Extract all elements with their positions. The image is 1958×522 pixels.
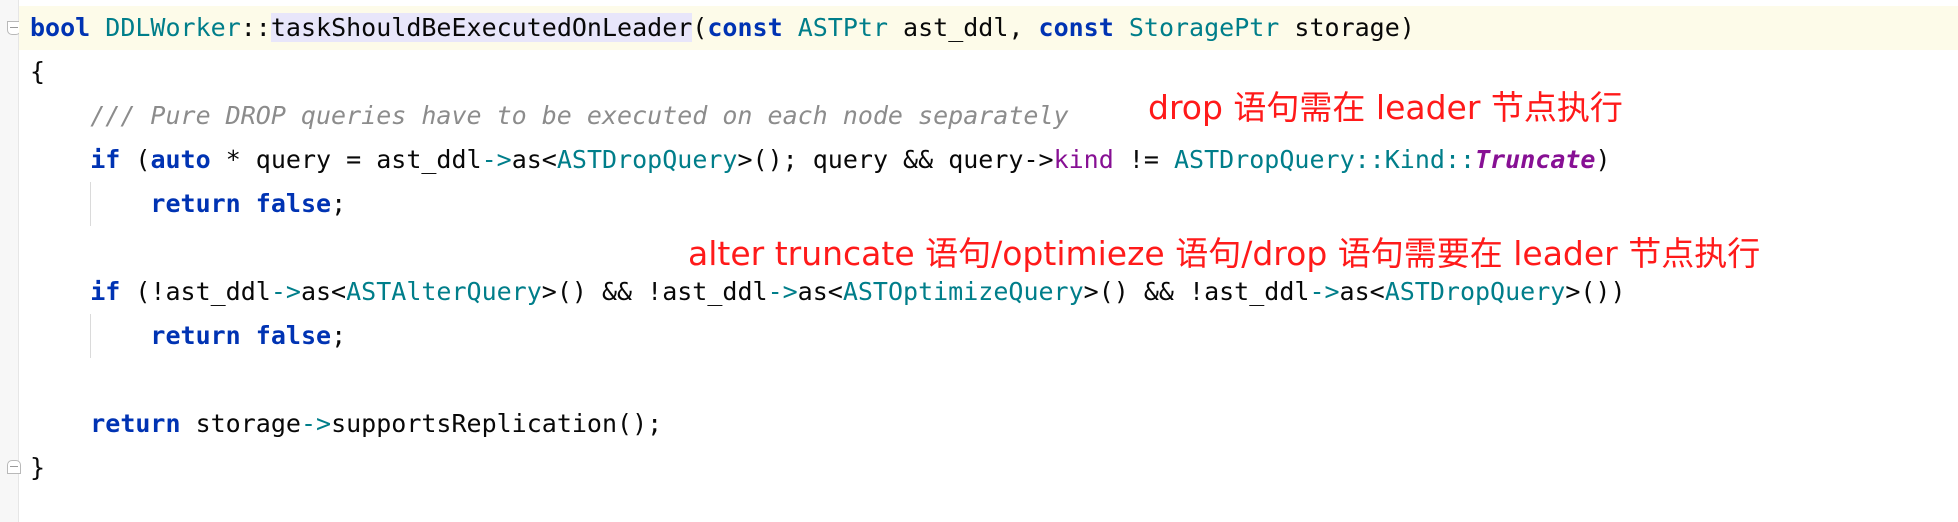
annotation-drop-leader: drop 语句需在 leader 节点执行 [1148, 88, 1623, 127]
type-name: ASTDropQuery [1174, 145, 1355, 174]
code-line-4[interactable]: if (auto * query = ast_ddl->as<ASTDropQu… [30, 138, 1611, 182]
type-name: ASTDropQuery [1384, 277, 1566, 306]
code-line-5[interactable]: return false; [30, 182, 346, 226]
code-line-3[interactable]: /// Pure DROP queries have to be execute… [30, 94, 1069, 138]
code-text: >()) [1565, 277, 1626, 306]
arrow-operator: -> [1309, 277, 1340, 306]
keyword: auto [150, 145, 211, 174]
editor-gutter [0, 0, 21, 522]
member-field: kind [1053, 145, 1114, 174]
code-text: as< [797, 277, 843, 306]
param: ast_ddl, [888, 13, 1039, 42]
code-line-10[interactable]: return storage->supportsReplication(); [30, 402, 662, 446]
code-text: as< [300, 277, 347, 306]
keyword: return [150, 189, 241, 218]
keyword: false [255, 189, 332, 218]
arrow-operator: -> [270, 277, 301, 306]
fold-end-icon[interactable] [7, 460, 21, 474]
punct: ( [692, 13, 708, 42]
arrow-operator: -> [300, 409, 332, 438]
enum-constant: Truncate [1475, 145, 1596, 174]
code-text: ; [331, 189, 347, 218]
scope-separator: :: [1354, 145, 1385, 174]
type-name: ASTAlterQuery [346, 277, 542, 306]
code-line-11[interactable]: } [30, 446, 45, 490]
code-text: * query = ast_ddl [210, 145, 482, 174]
code-text: ( [120, 145, 151, 174]
keyword: if [90, 145, 121, 174]
brace-open: { [30, 57, 46, 86]
keyword: false [255, 321, 332, 350]
brace-close: } [30, 453, 46, 482]
type-name: ASTOptimizeQuery [842, 277, 1084, 306]
code-text: as< [511, 145, 557, 174]
code-comment: /// Pure DROP queries have to be execute… [90, 101, 1069, 130]
keyword: if [90, 277, 121, 306]
code-line-7[interactable]: if (!ast_ddl->as<ASTAlterQuery>() && !as… [30, 270, 1626, 314]
keyword: return [150, 321, 241, 350]
code-text: ; [331, 321, 347, 350]
code-text: >(); query && query-> [737, 145, 1054, 174]
code-text: supportsReplication(); [331, 409, 663, 438]
code-line-1[interactable]: bool DDLWorker::taskShouldBeExecutedOnLe… [30, 6, 1415, 50]
scope-separator: :: [1444, 145, 1476, 174]
keyword: return [90, 409, 181, 438]
keyword: const [1038, 13, 1114, 42]
arrow-operator: -> [481, 145, 512, 174]
code-text: storage [180, 409, 301, 438]
code-text: != [1113, 145, 1174, 174]
type-name: Kind [1384, 145, 1445, 174]
keyword: bool [30, 13, 91, 42]
keyword: const [707, 13, 783, 42]
code-line-8[interactable]: return false; [30, 314, 346, 358]
code-text: ) [1595, 145, 1611, 174]
code-text: >() && !ast_ddl [541, 277, 768, 306]
type-name: ASTPtr [797, 13, 888, 42]
arrow-operator: -> [767, 277, 798, 306]
annotation-alter-optimize-drop-leader: alter truncate 语句/optimieze 语句/drop 语句需要… [688, 234, 1761, 273]
code-text: (!ast_ddl [120, 277, 271, 306]
code-text: as< [1339, 277, 1385, 306]
scope-separator: :: [240, 13, 271, 42]
type-name: StoragePtr [1128, 13, 1280, 42]
code-line-2[interactable]: { [30, 50, 45, 94]
code-text: >() && !ast_ddl [1083, 277, 1310, 306]
param: storage) [1279, 13, 1415, 42]
class-name: DDLWorker [105, 13, 241, 42]
type-name: ASTDropQuery [556, 145, 738, 174]
function-name: taskShouldBeExecutedOnLeader [270, 13, 693, 42]
